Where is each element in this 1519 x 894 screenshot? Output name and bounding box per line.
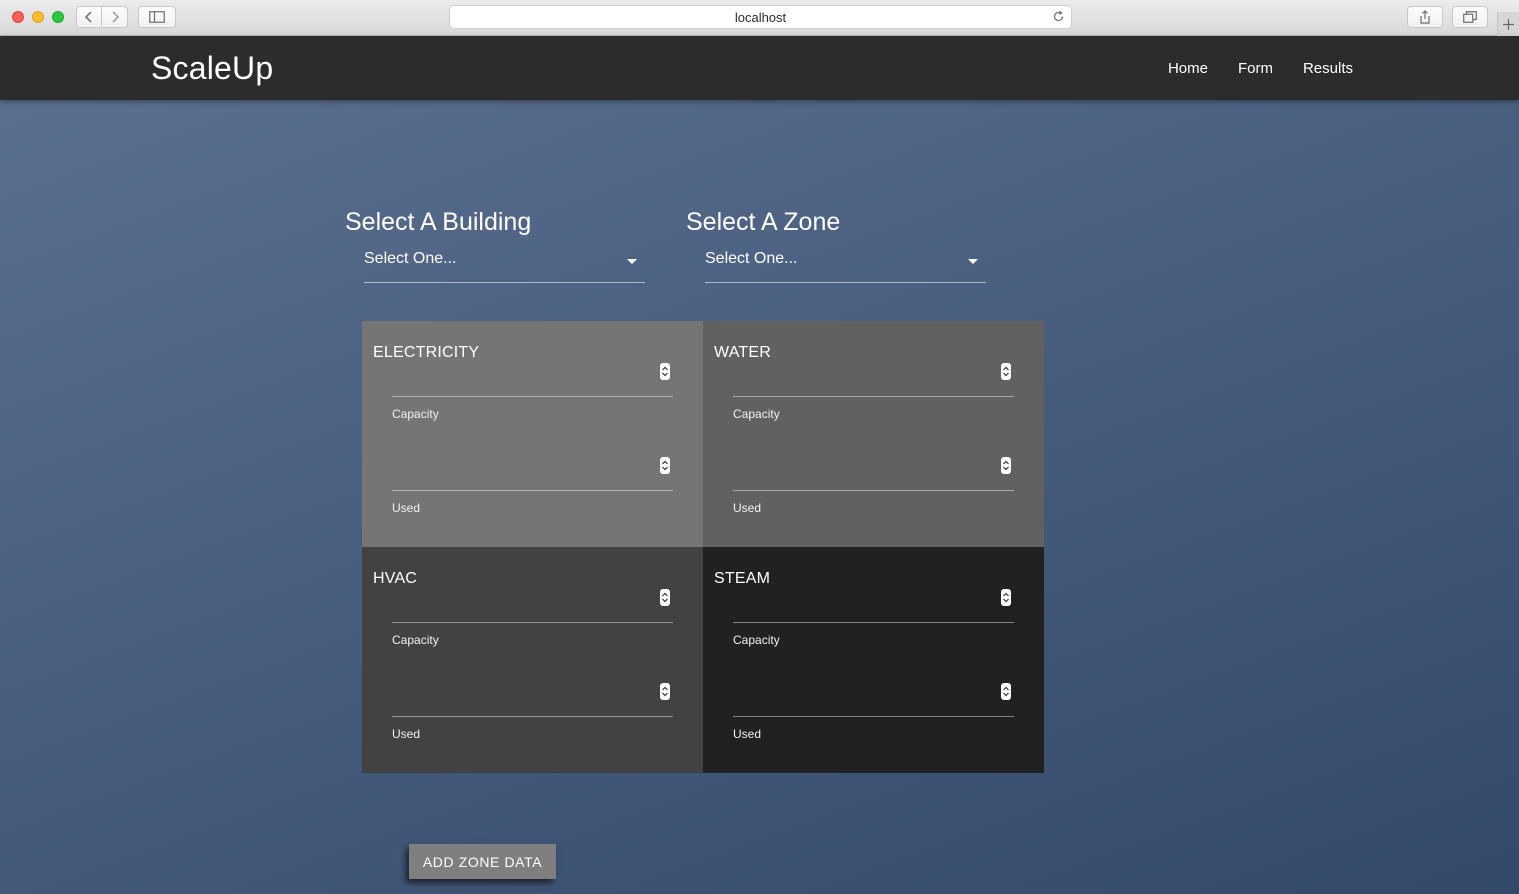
- url-text: localhost: [734, 9, 787, 25]
- sidebar-button[interactable]: [138, 6, 176, 28]
- card-title: ELECTRICITY: [373, 344, 480, 361]
- sidebar-icon: [149, 11, 165, 23]
- card-title: WATER: [714, 344, 771, 361]
- used-label: Used: [392, 501, 421, 515]
- used-label: Used: [733, 501, 762, 515]
- capacity-label: Capacity: [733, 407, 780, 421]
- card-title: STEAM: [714, 570, 771, 587]
- tabs-button[interactable]: [1452, 6, 1488, 28]
- capacity-label: Capacity: [392, 633, 439, 647]
- reload-icon[interactable]: [1052, 10, 1065, 26]
- back-button[interactable]: [76, 6, 102, 28]
- forward-button[interactable]: [102, 6, 128, 28]
- new-tab-button[interactable]: [1497, 12, 1519, 36]
- spinner-arrows-icon[interactable]: [660, 683, 670, 700]
- share-button[interactable]: [1407, 6, 1443, 28]
- caret-down-icon: [968, 259, 978, 264]
- address-bar[interactable]: localhost: [449, 5, 1072, 29]
- capacity-label: Capacity: [392, 407, 439, 421]
- spinner-arrows-icon[interactable]: [660, 589, 670, 606]
- browser-toolbar: localhost: [0, 0, 1519, 36]
- building-select[interactable]: Select One...: [364, 244, 645, 283]
- spinner-arrows-icon[interactable]: [660, 457, 670, 474]
- capacity-label: Capacity: [733, 633, 780, 647]
- close-window-button[interactable]: [12, 11, 24, 23]
- zone-heading: Select A Zone: [686, 208, 841, 236]
- zone-select[interactable]: Select One...: [705, 244, 986, 283]
- tabs-icon: [1463, 11, 1477, 23]
- add-zone-data-button[interactable]: ADD ZONE DATA: [409, 844, 556, 879]
- share-icon: [1420, 10, 1430, 24]
- spinner-arrows-icon[interactable]: [1001, 589, 1011, 606]
- zone-select-value: Select One...: [705, 250, 798, 267]
- building-heading: Select A Building: [345, 208, 532, 236]
- brand-logo[interactable]: ScaleUp: [151, 50, 273, 87]
- zoom-window-button[interactable]: [52, 11, 64, 23]
- chevron-left-icon: [84, 11, 92, 23]
- chevron-right-icon: [111, 11, 119, 23]
- plus-icon: [1503, 18, 1514, 30]
- card-water: WATER Capacity Used: [703, 321, 1044, 547]
- spinner-arrows-icon[interactable]: [1001, 683, 1011, 700]
- nav-link-form[interactable]: Form: [1238, 60, 1273, 77]
- used-label: Used: [392, 727, 421, 741]
- spinner-arrows-icon[interactable]: [660, 363, 670, 380]
- used-label: Used: [733, 727, 762, 741]
- minimize-window-button[interactable]: [32, 11, 44, 23]
- page-content: ScaleUp Home Form Results Select A Build…: [0, 36, 1519, 894]
- card-title: HVAC: [373, 570, 418, 587]
- card-electricity: ELECTRICITY Capacity Used: [362, 321, 703, 547]
- spinner-arrows-icon[interactable]: [1001, 363, 1011, 380]
- caret-down-icon: [627, 259, 637, 264]
- card-steam: STEAM Capacity Used: [703, 547, 1044, 773]
- building-select-value: Select One...: [364, 250, 457, 267]
- card-hvac: HVAC Capacity Used: [362, 547, 703, 773]
- spinner-arrows-icon[interactable]: [1001, 457, 1011, 474]
- nav-link-home[interactable]: Home: [1168, 60, 1208, 77]
- nav-links: Home Form Results: [1138, 36, 1353, 100]
- nav-link-results[interactable]: Results: [1303, 60, 1353, 77]
- navbar: ScaleUp Home Form Results: [0, 36, 1519, 100]
